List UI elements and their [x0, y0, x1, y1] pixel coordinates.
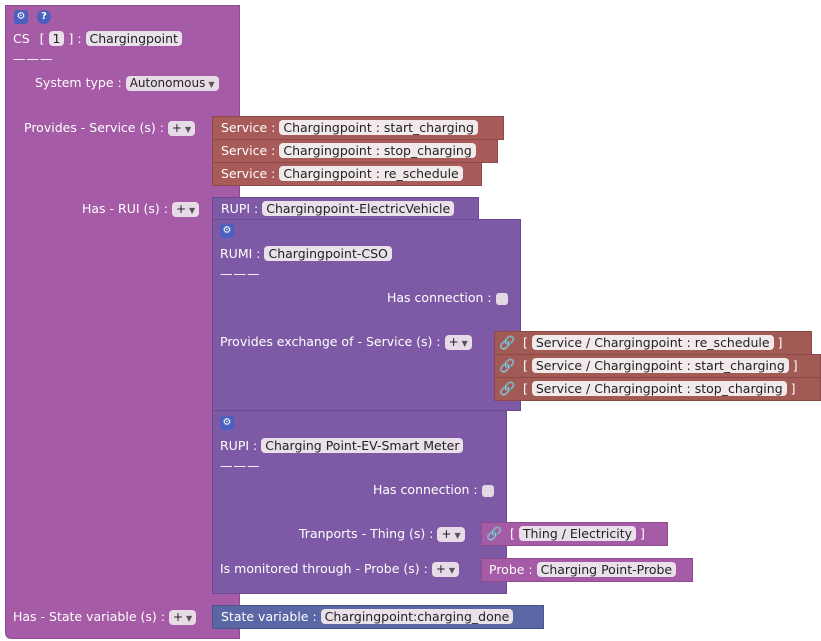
exchange-rbracket: ]: [777, 335, 783, 350]
rupi-value-field[interactable]: Chargingpoint-ElectricVehicle: [262, 201, 455, 216]
monitored-row: Is monitored through - Probe (s) : + ▼: [220, 561, 460, 577]
has-rui-add-button[interactable]: + ▼: [171, 202, 200, 217]
exchange-add-button[interactable]: + ▼: [444, 335, 472, 350]
monitored-add-button[interactable]: + ▼: [431, 562, 460, 577]
cs-separator: ———: [13, 51, 54, 66]
exchange-value-field[interactable]: Service / Chargingpoint : re_schedule: [531, 335, 774, 350]
has-connection-checkbox[interactable]: [495, 292, 508, 305]
gear-icon[interactable]: ⚙: [220, 416, 234, 430]
service-label: Service :: [221, 143, 276, 158]
probe-value-field[interactable]: Charging Point-Probe: [536, 562, 677, 577]
chevron-down-icon: ▼: [184, 125, 192, 134]
service-block[interactable]: Service : Chargingpoint : re_schedule: [212, 162, 482, 186]
plus-label: +: [171, 121, 182, 135]
rumi-title-row: RUMI : Chargingpoint-CSO: [220, 246, 392, 261]
has-connection-checkbox[interactable]: [481, 484, 494, 497]
has-connection-label: Has connection :: [373, 482, 478, 497]
link-icon: 🔗: [499, 359, 516, 374]
chevron-down-icon: ▼: [461, 339, 468, 348]
cs-index-field[interactable]: 1: [48, 31, 65, 46]
service-value-field[interactable]: Chargingpoint : start_charging: [279, 120, 478, 135]
provides-add-button[interactable]: + ▼: [167, 121, 196, 136]
chevron-down-icon: ▼: [189, 206, 196, 215]
exchange-rbracket: ]: [790, 381, 796, 396]
cs-prefix: CS: [13, 31, 30, 46]
cs-lbracket: [: [39, 31, 45, 46]
service-block[interactable]: Service : Chargingpoint : stop_charging: [212, 139, 498, 163]
rupi-block[interactable]: RUPI : Chargingpoint-ElectricVehicle: [212, 197, 479, 220]
thing-lbracket: [: [509, 526, 515, 541]
chevron-down-icon: ▼: [448, 566, 456, 575]
chevron-down-icon: ▼: [208, 80, 215, 89]
plus-label: +: [175, 202, 187, 216]
plus-label: +: [172, 610, 183, 624]
probe-block[interactable]: Probe : Charging Point-Probe: [481, 558, 693, 582]
has-state-row: Has - State variable (s) : + ▼: [13, 609, 197, 625]
cs-name-field[interactable]: Chargingpoint: [85, 31, 182, 46]
plus-label: +: [435, 562, 446, 576]
chevron-down-icon: ▼: [186, 614, 193, 623]
gear-icon[interactable]: ⚙: [14, 10, 28, 24]
rupi-label: RUPI :: [221, 201, 259, 216]
service-value-field[interactable]: Chargingpoint : re_schedule: [279, 166, 463, 181]
plus-label: +: [441, 527, 452, 541]
exchange-lbracket: [: [522, 381, 528, 396]
rupi-value-field[interactable]: Charging Point-EV-Smart Meter: [261, 438, 464, 453]
thing-rbracket: ]: [639, 526, 645, 541]
has-rui-row: Has - RUI (s) : + ▼: [82, 201, 200, 217]
system-type-row: System type : Autonomous ▼: [35, 75, 219, 91]
provides-service-row: Provides - Service (s) : + ▼: [24, 120, 196, 136]
has-state-label: Has - State variable (s) :: [13, 609, 165, 624]
exchange-block[interactable]: 🔗 [ Service / Chargingpoint : stop_charg…: [494, 377, 821, 401]
rumi-value-field[interactable]: Chargingpoint-CSO: [264, 246, 392, 261]
help-icon[interactable]: ?: [37, 10, 51, 24]
link-icon: 🔗: [499, 336, 516, 351]
exchange-value-field[interactable]: Service / Chargingpoint : start_charging: [531, 358, 789, 373]
has-connection-label: Has connection :: [387, 290, 492, 305]
provides-service-label: Provides - Service (s) :: [24, 120, 164, 135]
service-label: Service :: [221, 120, 276, 135]
rupi2-has-connection-row: Has connection :: [373, 482, 494, 497]
exchange-value-field[interactable]: Service / Chargingpoint : stop_charging: [531, 381, 787, 396]
plus-label: +: [448, 335, 459, 349]
chevron-down-icon: ▼: [454, 531, 461, 540]
system-type-label: System type :: [35, 75, 122, 90]
gear-icon[interactable]: ⚙: [220, 224, 234, 238]
has-state-add-button[interactable]: + ▼: [168, 610, 197, 625]
cs-title-row: CS [ 1 ] : Chargingpoint: [13, 31, 182, 46]
thing-value-field[interactable]: Thing / Electricity: [518, 526, 636, 541]
link-icon: 🔗: [486, 527, 503, 542]
service-label: Service :: [221, 166, 276, 181]
rupi2-separator: ———: [220, 458, 261, 473]
rumi-separator: ———: [220, 266, 261, 281]
exchange-rbracket: ]: [792, 358, 798, 373]
transports-row: Tranports - Thing (s) : + ▼: [299, 526, 465, 542]
cs-rbracket: ] :: [68, 31, 82, 46]
link-icon: 🔗: [499, 382, 516, 397]
exchange-label: Provides exchange of - Service (s) :: [220, 334, 441, 349]
rupi2-title-row: RUPI : Charging Point-EV-Smart Meter: [220, 438, 464, 453]
system-type-dropdown[interactable]: Autonomous ▼: [125, 76, 219, 91]
exchange-row: Provides exchange of - Service (s) : + ▼: [220, 334, 472, 350]
rumi-label: RUMI :: [220, 246, 261, 261]
exchange-lbracket: [: [522, 335, 528, 350]
service-block[interactable]: Service : Chargingpoint : start_charging: [212, 116, 504, 140]
state-variable-label: State variable :: [221, 609, 317, 624]
exchange-block[interactable]: 🔗 [ Service / Chargingpoint : re_schedul…: [494, 331, 812, 355]
has-rui-label: Has - RUI (s) :: [82, 201, 168, 216]
thing-block[interactable]: 🔗 [ Thing / Electricity ]: [481, 522, 668, 546]
exchange-lbracket: [: [522, 358, 528, 373]
exchange-block[interactable]: 🔗 [ Service / Chargingpoint : start_char…: [494, 354, 821, 378]
rupi-label: RUPI :: [220, 438, 258, 453]
transports-label: Tranports - Thing (s) :: [299, 526, 434, 541]
transports-add-button[interactable]: + ▼: [437, 527, 465, 542]
rumi-has-connection-row: Has connection :: [387, 290, 508, 305]
monitored-label: Is monitored through - Probe (s) :: [220, 561, 428, 576]
service-value-field[interactable]: Chargingpoint : stop_charging: [279, 143, 476, 158]
system-type-value: Autonomous: [129, 76, 206, 90]
state-variable-block[interactable]: State variable : Chargingpoint:charging_…: [212, 605, 544, 629]
probe-label: Probe :: [489, 562, 533, 577]
state-variable-value-field[interactable]: Chargingpoint:charging_done: [320, 609, 514, 624]
